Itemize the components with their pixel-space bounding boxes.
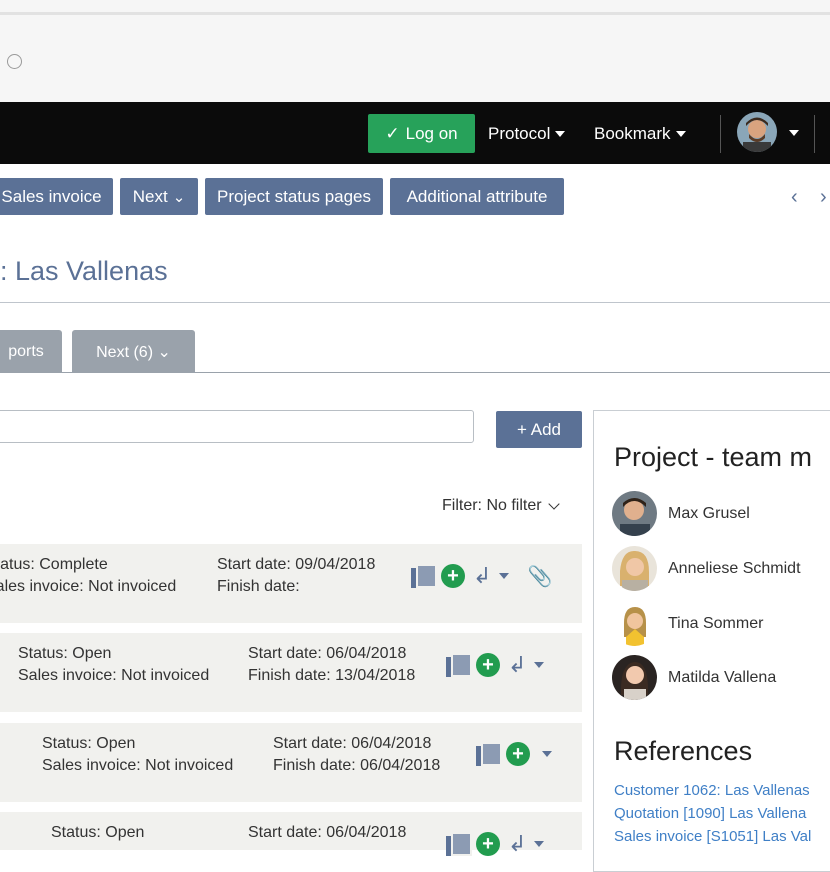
add-circle-icon[interactable]: + — [476, 653, 500, 677]
next-label: Next — [132, 186, 168, 206]
log-on-button[interactable]: ✓ Log on — [368, 114, 475, 153]
project-status-label: Project status pages — [216, 186, 372, 206]
next-dropdown-button[interactable]: Next ⌄ — [120, 178, 198, 215]
avatar — [612, 655, 657, 700]
add-label: + Add — [517, 419, 561, 439]
user-menu-caret-icon[interactable] — [789, 130, 799, 136]
member-name: Max Grusel — [668, 504, 750, 522]
caret-down-icon[interactable] — [499, 573, 510, 579]
task-row[interactable]: Status: Open Start date: 06/04/2018 + ↲ — [0, 812, 582, 856]
filter-dropdown[interactable]: Filter: No filter — [442, 497, 560, 515]
task-finish-date: Finish date: 06/04/2018 — [273, 757, 441, 774]
chevron-right-icon[interactable]: › — [820, 186, 827, 209]
nav-divider — [720, 115, 721, 153]
log-on-label: Log on — [405, 123, 458, 143]
nav-divider — [814, 115, 815, 153]
task-finish-date: Finish date: — [217, 578, 300, 595]
task-invoice: Sales invoice: Not invoiced — [42, 757, 234, 774]
task-start-date: Start date: 06/04/2018 — [273, 735, 432, 752]
team-member[interactable]: Max Grusel — [612, 491, 750, 536]
member-name: Tina Sommer — [668, 614, 764, 632]
page-title: : Las Vallenas — [0, 256, 168, 286]
tab-reports[interactable]: ports — [0, 330, 62, 373]
caret-down-icon[interactable] — [534, 841, 545, 847]
add-circle-icon[interactable]: + — [476, 832, 500, 856]
task-start-date: Start date: 06/04/2018 — [248, 824, 407, 841]
task-start-date: Start date: 06/04/2018 — [248, 645, 407, 662]
avatar — [612, 601, 657, 646]
top-navbar: ✓ Log on Protocol Bookmark — [0, 102, 830, 164]
copy-icon[interactable] — [411, 564, 437, 588]
task-status: Status: Open — [18, 645, 112, 662]
add-circle-icon[interactable]: + — [441, 564, 465, 588]
team-panel-title: Project - team m — [614, 442, 813, 472]
chrome-divider — [0, 12, 830, 15]
protocol-label: Protocol — [488, 123, 551, 143]
tab-divider — [0, 372, 830, 373]
reference-link-quotation[interactable]: Quotation [1090] Las Vallena — [614, 805, 806, 822]
bookmark-menu[interactable]: Bookmark — [594, 114, 686, 153]
add-circle-icon[interactable]: + — [506, 742, 530, 766]
task-input[interactable] — [0, 410, 474, 443]
return-icon[interactable]: ↲ — [473, 563, 491, 589]
tab-label: ports — [8, 342, 44, 360]
project-status-pages-button[interactable]: Project status pages — [205, 178, 383, 215]
reference-link-customer[interactable]: Customer 1062: Las Vallenas — [614, 782, 810, 799]
check-icon: ✓ — [385, 123, 400, 143]
task-status: Status: Complete — [0, 556, 108, 573]
tab-next[interactable]: Next (6) ⌄ — [72, 330, 195, 373]
task-finish-date: Finish date: 13/04/2018 — [248, 667, 416, 684]
chevron-left-icon[interactable]: ‹ — [791, 186, 798, 209]
copy-icon[interactable] — [476, 742, 502, 766]
sales-invoice-button[interactable]: Sales invoice — [0, 178, 113, 215]
copy-icon[interactable] — [446, 653, 472, 677]
team-member[interactable]: Matilda Vallena — [612, 655, 776, 700]
chevron-down-icon — [547, 498, 560, 510]
caret-down-icon[interactable] — [534, 662, 545, 668]
additional-attribute-button[interactable]: Additional attribute — [390, 178, 564, 215]
member-name: Matilda Vallena — [668, 668, 777, 686]
task-invoice: Sales invoice: Not invoiced — [18, 667, 210, 684]
protocol-menu[interactable]: Protocol — [488, 114, 566, 153]
paperclip-icon[interactable]: 📎 — [527, 564, 552, 589]
browser-chrome — [0, 0, 830, 102]
avatar — [612, 491, 657, 536]
reload-icon[interactable] — [7, 54, 22, 69]
bookmark-label: Bookmark — [594, 123, 671, 143]
title-divider — [0, 302, 830, 303]
user-avatar[interactable] — [737, 112, 777, 152]
task-status: Status: Open — [42, 735, 136, 752]
team-member[interactable]: Tina Sommer — [612, 601, 763, 646]
filter-label: Filter: No filter — [442, 497, 542, 514]
caret-down-icon[interactable] — [542, 751, 552, 757]
task-invoice: Sales invoice: Not invoiced — [0, 578, 177, 595]
caret-down-icon — [675, 130, 686, 137]
member-name: Anneliese Schmidt — [668, 559, 801, 577]
caret-down-icon — [555, 130, 566, 137]
team-member[interactable]: Anneliese Schmidt — [612, 546, 801, 591]
task-row[interactable]: Status: Open Sales invoice: Not invoiced… — [0, 633, 582, 712]
copy-icon[interactable] — [446, 832, 472, 856]
references-title: References — [614, 736, 753, 766]
reference-link-sales-invoice[interactable]: Sales invoice [S1051] Las Val — [614, 828, 811, 845]
return-icon[interactable]: ↲ — [508, 831, 526, 857]
sales-invoice-label: Sales invoice — [1, 186, 102, 206]
avatar — [612, 546, 657, 591]
add-button[interactable]: + Add — [496, 411, 582, 448]
additional-attribute-label: Additional attribute — [406, 186, 548, 206]
return-icon[interactable]: ↲ — [508, 652, 526, 678]
task-row[interactable]: Status: Open Sales invoice: Not invoiced… — [0, 723, 582, 802]
task-status: Status: Open — [51, 824, 145, 841]
chevron-down-icon: ⌄ — [172, 188, 186, 206]
task-row[interactable]: Status: Complete Sales invoice: Not invo… — [0, 544, 582, 623]
task-start-date: Start date: 09/04/2018 — [217, 556, 376, 573]
tab-label: Next (6) ⌄ — [96, 343, 171, 361]
